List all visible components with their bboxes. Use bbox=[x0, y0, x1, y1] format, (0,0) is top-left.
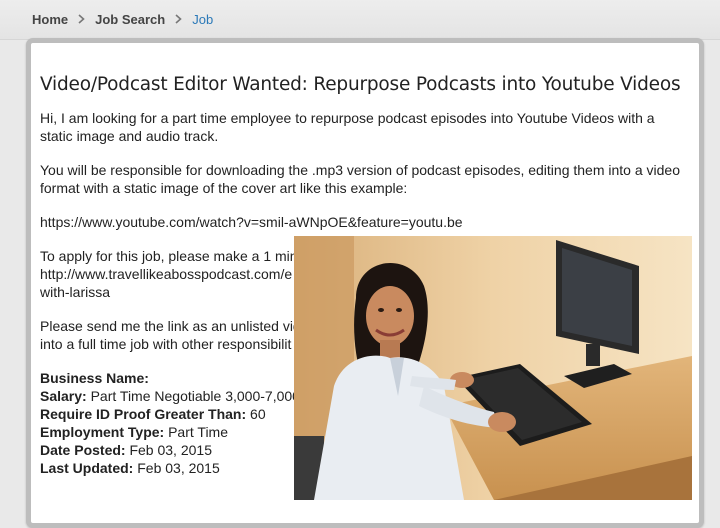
podcast-link-continued: with-larissa bbox=[40, 284, 111, 300]
example-video-link[interactable]: https://www.youtube.com/watch?v=smil-aWN… bbox=[40, 214, 463, 230]
woman-at-computer-photo bbox=[294, 236, 692, 500]
job-title: Video/Podcast Editor Wanted: Repurpose P… bbox=[40, 74, 681, 95]
submit-text-line-2: into a full time job with other responsi… bbox=[40, 336, 292, 352]
chevron-right-icon bbox=[78, 12, 85, 27]
submit-text-line: Please send me the link as an unlisted v… bbox=[40, 318, 309, 334]
breadcrumb-job-search-link[interactable]: Job Search bbox=[95, 12, 165, 27]
breadcrumb: Home Job Search Job bbox=[0, 0, 720, 40]
podcast-link[interactable]: http://www.travellikeabosspodcast.com/e bbox=[40, 266, 292, 282]
job-description-responsibilities: You will be responsible for downloading … bbox=[40, 162, 680, 196]
apply-text-line: To apply for this job, please make a 1 m… bbox=[40, 248, 306, 264]
chevron-right-icon bbox=[175, 12, 182, 27]
breadcrumb-home-link[interactable]: Home bbox=[32, 12, 68, 27]
breadcrumb-current-job: Job bbox=[192, 12, 214, 27]
job-description-intro: Hi, I am looking for a part time employe… bbox=[40, 110, 655, 144]
